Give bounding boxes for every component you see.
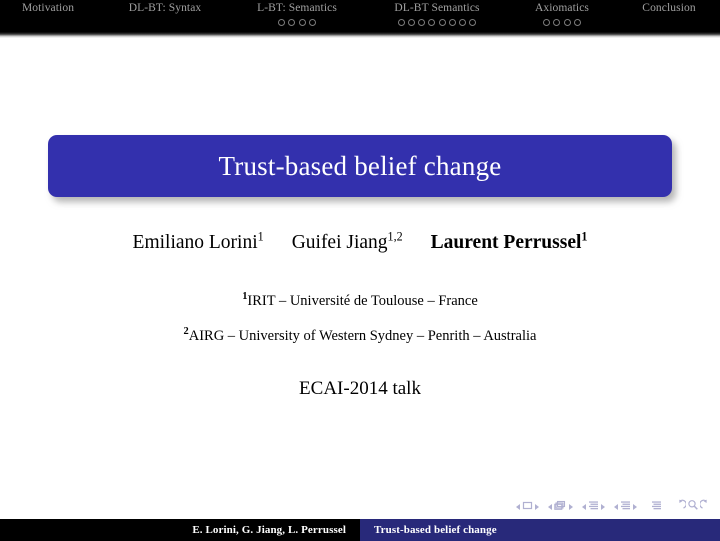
affiliation-text: AIRG – University of Western Sydney – Pe… [188, 328, 537, 344]
footer-title: Trust-based belief change [360, 519, 720, 541]
author-affiliation-mark: 1 [257, 229, 264, 244]
nav-progress-dot[interactable] [448, 18, 456, 26]
nav-progress-dot[interactable] [298, 18, 306, 26]
page-title: Trust-based belief change [218, 150, 502, 181]
slide-navigation-group[interactable] [514, 498, 541, 516]
nav-progress-dot[interactable] [408, 18, 416, 26]
nav-section-dots [104, 16, 226, 28]
author-affiliation-mark: 1,2 [387, 229, 403, 244]
affiliation-line: 1IRIT – Université de Toulouse – France [0, 291, 720, 310]
slide-title-banner: Trust-based belief change [48, 135, 672, 197]
section-icon[interactable] [620, 498, 631, 516]
nav-section-axiomatics[interactable]: Axiomatics [512, 0, 612, 32]
nav-progress-dot[interactable] [458, 18, 466, 26]
nav-progress-dot[interactable] [428, 18, 436, 26]
author-affiliation-mark: 1 [581, 229, 588, 244]
nav-progress-dot[interactable] [553, 18, 561, 26]
nav-progress-dot[interactable] [563, 18, 571, 26]
footer-authors-text: E. Lorini, G. Jiang, L. Perrussel [192, 524, 346, 536]
event-name: ECAI-2014 talk [299, 378, 421, 399]
nav-section-dots [512, 16, 612, 28]
nav-section-motivation[interactable]: Motivation [0, 0, 96, 32]
history-group[interactable] [674, 498, 712, 516]
nav-progress-dot[interactable] [418, 18, 426, 26]
affiliation-line: 2AIRG – University of Western Sydney – P… [0, 326, 720, 345]
frame-navigation-group[interactable] [546, 498, 575, 516]
subsection-icon[interactable] [588, 498, 599, 516]
next-section-icon[interactable] [633, 504, 637, 510]
nav-section-label: DL-BT: Syntax [128, 2, 202, 14]
nav-section-label: Motivation [21, 2, 75, 14]
beamer-navigation-symbols [509, 499, 712, 515]
author-item: Guifei Jiang1,2 [291, 229, 403, 254]
previous-slide-icon[interactable] [516, 504, 520, 510]
nav-progress-dot[interactable] [308, 18, 316, 26]
next-frame-icon[interactable] [569, 504, 573, 510]
frame-icon[interactable] [554, 498, 567, 516]
footer-authors: E. Lorini, G. Jiang, L. Perrussel [0, 519, 360, 541]
slide-icon[interactable] [522, 498, 533, 516]
nav-progress-dot[interactable] [278, 18, 286, 26]
nav-progress-dot[interactable] [543, 18, 551, 26]
author-name: Laurent Perrussel [430, 232, 582, 253]
header-gradient-divider [0, 32, 720, 38]
next-subsection-icon[interactable] [601, 504, 605, 510]
nav-progress-dot[interactable] [573, 18, 581, 26]
nav-section-dl-bt-semantics[interactable]: DL-BT Semantics [366, 0, 508, 32]
author-item: Emiliano Lorini1 [132, 229, 264, 254]
nav-progress-dot[interactable] [288, 18, 296, 26]
nav-section-label: L-BT: Semantics [257, 2, 337, 14]
next-slide-icon[interactable] [535, 504, 539, 510]
back-icon[interactable] [674, 498, 687, 516]
nav-section-conclusion[interactable]: Conclusion [618, 0, 720, 32]
nav-section-dots [366, 16, 508, 28]
nav-section-label: DL-BT Semantics [394, 2, 480, 14]
nav-section-l-bt-semantics[interactable]: L-BT: Semantics [232, 0, 362, 32]
nav-progress-dot[interactable] [469, 18, 477, 26]
nav-section-dots [232, 16, 362, 28]
nav-section-label: Axiomatics [534, 2, 590, 14]
presentation-group[interactable] [651, 498, 662, 516]
nav-section-label: Conclusion [642, 2, 696, 14]
nav-section-dl-bt-syntax[interactable]: DL-BT: Syntax [104, 0, 226, 32]
presentation-icon[interactable] [651, 498, 662, 516]
subsection-navigation-group[interactable] [580, 498, 607, 516]
slide-footer: E. Lorini, G. Jiang, L. Perrussel Trust-… [0, 519, 720, 541]
author-name: Guifei Jiang [291, 232, 388, 253]
forward-icon[interactable] [699, 498, 712, 516]
footer-title-text: Trust-based belief change [374, 524, 497, 536]
presentation-slide: Motivation DL-BT: Syntax L-BT: Semantics… [0, 0, 720, 541]
nav-section-dots [0, 16, 96, 28]
search-icon[interactable] [687, 498, 699, 516]
previous-subsection-icon[interactable] [582, 504, 586, 510]
author-name: Emiliano Lorini [132, 232, 258, 253]
section-navigation-group[interactable] [612, 498, 639, 516]
nav-section-dots [618, 16, 720, 28]
previous-frame-icon[interactable] [548, 504, 552, 510]
nav-progress-dot[interactable] [438, 18, 446, 26]
author-item: Laurent Perrussel1 [430, 229, 588, 254]
previous-section-icon[interactable] [614, 504, 618, 510]
affiliation-text: IRIT – Université de Toulouse – France [247, 293, 478, 309]
nav-progress-dot[interactable] [397, 18, 405, 26]
author-list: Emiliano Lorini1 Guifei Jiang1,2 Laurent P… [0, 229, 720, 254]
